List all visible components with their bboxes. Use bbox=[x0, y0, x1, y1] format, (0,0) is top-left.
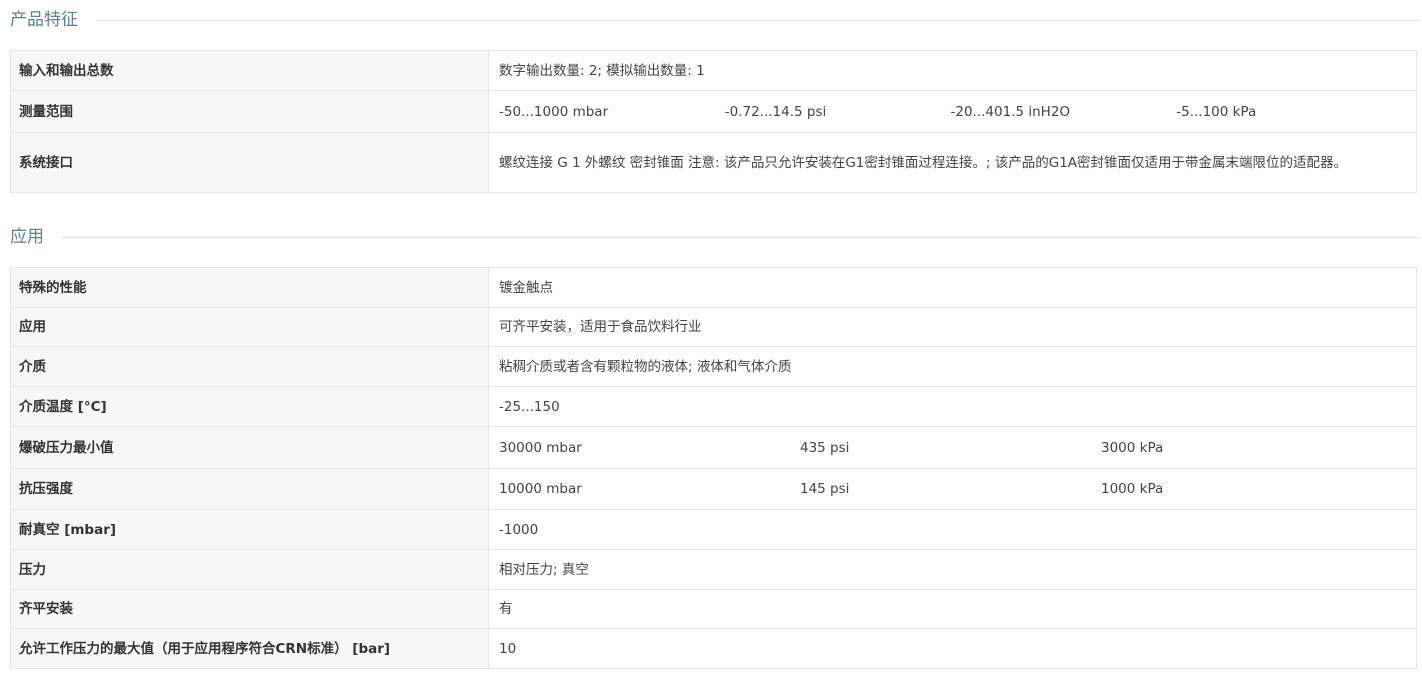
row-label: 爆破压力最小值 bbox=[10, 426, 489, 469]
row-label: 应用 bbox=[10, 307, 489, 347]
table-row: 特殊的性能 镀金触点 bbox=[10, 267, 1417, 308]
application-table: 特殊的性能 镀金触点 应用 可齐平安装，适用于食品饮料行业 介质 粘稠介质或者含… bbox=[10, 267, 1417, 669]
section-header-application: 应用 bbox=[10, 226, 1418, 248]
row-value: 镀金触点 bbox=[488, 267, 1417, 308]
row-label: 允许工作压力的最大值（用于应用程序符合CRN标准） [bar] bbox=[10, 628, 489, 669]
burst-pressure-psi: 435 psi bbox=[800, 439, 850, 456]
row-value: 数字输出数量: 2; 模拟输出数量: 1 bbox=[488, 50, 1417, 91]
row-value: -1000 bbox=[488, 509, 1417, 550]
section-header-features: 产品特征 bbox=[10, 9, 1418, 31]
features-table: 输入和输出总数 数字输出数量: 2; 模拟输出数量: 1 测量范围 -50...… bbox=[10, 50, 1417, 193]
table-row: 应用 可齐平安装，适用于食品饮料行业 bbox=[10, 307, 1417, 347]
table-row: 介质 粘稠介质或者含有颗粒物的液体; 液体和气体介质 bbox=[10, 346, 1417, 387]
row-label: 介质 bbox=[10, 346, 489, 387]
table-row: 压力 相对压力; 真空 bbox=[10, 549, 1417, 590]
burst-pressure-mbar: 30000 mbar bbox=[499, 439, 582, 456]
row-label: 压力 bbox=[10, 549, 489, 590]
section-divider bbox=[96, 19, 1418, 21]
table-row: 抗压强度 10000 mbar 145 psi 1000 kPa bbox=[10, 468, 1417, 510]
row-value: 10000 mbar 145 psi 1000 kPa bbox=[488, 468, 1417, 510]
table-row: 介质温度 [°C] -25...150 bbox=[10, 386, 1417, 427]
section-title-application: 应用 bbox=[10, 227, 44, 247]
range-value-inh2o: -20...401.5 inH2O bbox=[950, 103, 1071, 120]
table-row: 齐平安装 有 bbox=[10, 589, 1417, 629]
row-value: 10 bbox=[488, 628, 1417, 669]
row-value: 30000 mbar 435 psi 3000 kPa bbox=[488, 426, 1417, 469]
range-value-psi: -0.72...14.5 psi bbox=[724, 103, 827, 120]
table-row: 输入和输出总数 数字输出数量: 2; 模拟输出数量: 1 bbox=[10, 50, 1417, 91]
row-label: 耐真空 [mbar] bbox=[10, 509, 489, 550]
table-row: 测量范围 -50...1000 mbar -0.72...14.5 psi -2… bbox=[10, 90, 1417, 133]
row-value: 螺纹连接 G 1 外螺纹 密封锥面 注意: 该产品只允许安装在G1密封锥面过程连… bbox=[488, 132, 1417, 193]
row-label: 测量范围 bbox=[10, 90, 489, 133]
table-row: 允许工作压力的最大值（用于应用程序符合CRN标准） [bar] 10 bbox=[10, 628, 1417, 669]
row-value: 粘稠介质或者含有颗粒物的液体; 液体和气体介质 bbox=[488, 346, 1417, 387]
range-value-mbar: -50...1000 mbar bbox=[499, 103, 609, 120]
section-divider bbox=[62, 236, 1418, 238]
section-title-features: 产品特征 bbox=[10, 10, 78, 30]
row-label: 输入和输出总数 bbox=[10, 50, 489, 91]
table-row: 耐真空 [mbar] -1000 bbox=[10, 509, 1417, 550]
row-label: 介质温度 [°C] bbox=[10, 386, 489, 427]
row-value: -50...1000 mbar -0.72...14.5 psi -20...4… bbox=[488, 90, 1417, 133]
pressure-rating-psi: 145 psi bbox=[800, 481, 850, 497]
row-value: 有 bbox=[488, 589, 1417, 629]
burst-pressure-kpa: 3000 kPa bbox=[1101, 439, 1164, 456]
row-value: -25...150 bbox=[488, 386, 1417, 427]
pressure-rating-kpa: 1000 kPa bbox=[1101, 481, 1164, 497]
row-label: 齐平安装 bbox=[10, 589, 489, 629]
row-label: 系统接口 bbox=[10, 132, 489, 193]
table-row: 爆破压力最小值 30000 mbar 435 psi 3000 kPa bbox=[10, 426, 1417, 469]
row-label: 抗压强度 bbox=[10, 468, 489, 510]
row-label: 特殊的性能 bbox=[10, 267, 489, 308]
range-value-kpa: -5...100 kPa bbox=[1176, 103, 1257, 120]
row-value: 可齐平安装，适用于食品饮料行业 bbox=[488, 307, 1417, 347]
row-value: 相对压力; 真空 bbox=[488, 549, 1417, 590]
pressure-rating-mbar: 10000 mbar bbox=[499, 481, 582, 497]
table-row: 系统接口 螺纹连接 G 1 外螺纹 密封锥面 注意: 该产品只允许安装在G1密封… bbox=[10, 132, 1417, 193]
